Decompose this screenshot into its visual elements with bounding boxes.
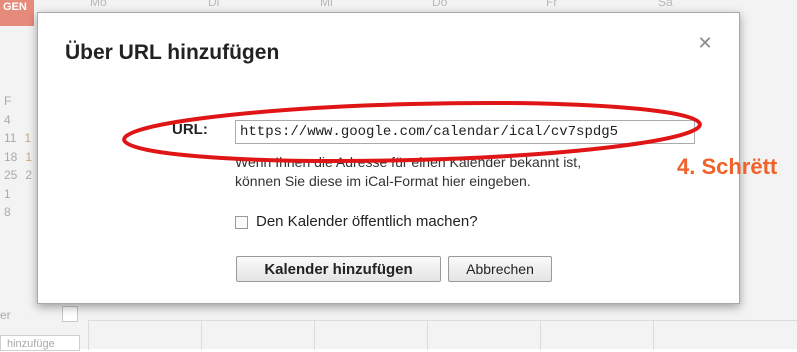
mini-calendar-header: F [4, 94, 12, 108]
calendar-grid [88, 320, 797, 350]
helper-line: Wenn Ihnen die Adresse für einen Kalende… [235, 154, 582, 170]
mini-calendar-day[interactable]: 1 [4, 185, 11, 204]
grid-column[interactable] [653, 321, 654, 350]
dialog-title: Über URL hinzufügen [65, 41, 280, 64]
grid-column[interactable] [540, 321, 541, 350]
url-helper-text: Wenn Ihnen die Adresse für einen Kalende… [235, 153, 675, 191]
calendar-badge: GEN [0, 0, 34, 26]
day-header: Di [208, 0, 220, 9]
side-checkbox[interactable] [62, 306, 78, 322]
step-label: 4. Schrëtt [677, 154, 778, 179]
mini-calendar-day[interactable]: 8 [4, 203, 11, 222]
mini-calendar-day[interactable]: 4 [4, 111, 11, 130]
cancel-button[interactable]: Abbrechen [448, 256, 552, 282]
grid-column[interactable] [314, 321, 315, 350]
helper-line: können Sie diese im iCal-Format hier ein… [235, 173, 531, 189]
mini-calendar-day[interactable]: 1 [25, 148, 32, 167]
day-header: Mi [320, 0, 333, 9]
day-header: Sa [658, 0, 673, 9]
grid-column[interactable] [88, 321, 89, 350]
add-by-url-dialog: Über URL hinzufügen ✕ URL: Wenn Ihnen di… [37, 12, 740, 304]
day-header: Do [432, 0, 448, 9]
close-icon[interactable]: ✕ [697, 34, 713, 52]
public-checkbox-label[interactable]: Den Kalender öffentlich machen? [256, 213, 478, 230]
add-calendar-button[interactable]: Kalender hinzufügen [236, 256, 441, 282]
public-checkbox[interactable] [235, 216, 248, 229]
day-header: Mo [90, 0, 107, 9]
mini-calendar-day[interactable]: 2 [25, 166, 32, 185]
mini-calendar-day[interactable]: 18 [4, 148, 17, 167]
side-label: er [0, 308, 11, 322]
mini-calendar-day[interactable]: 1 [24, 129, 31, 148]
grid-column[interactable] [201, 321, 202, 350]
url-label: URL: [172, 121, 208, 138]
grid-column[interactable] [427, 321, 428, 350]
week-day-headers: Mo Di Mi Do Fr Sa [90, 0, 740, 12]
url-input[interactable] [235, 120, 695, 144]
mini-calendar-day[interactable]: 11 [4, 129, 16, 148]
day-header: Fr [546, 0, 558, 9]
mini-calendar-day[interactable]: 25 [4, 166, 17, 185]
